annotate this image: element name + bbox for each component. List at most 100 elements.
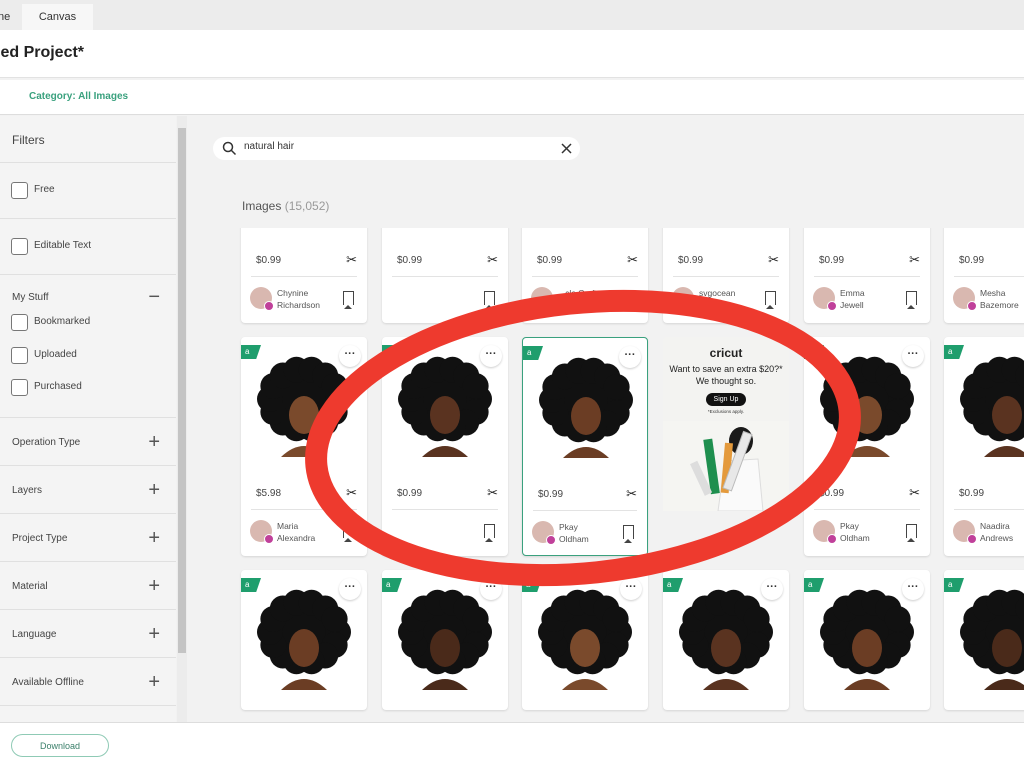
collapse-icon[interactable]: − — [148, 287, 160, 307]
avatar[interactable] — [531, 287, 555, 311]
bookmark-icon[interactable] — [343, 524, 354, 542]
divider — [814, 509, 920, 510]
sidebar-scrollbar[interactable] — [177, 116, 187, 722]
divider — [673, 276, 779, 277]
image-card[interactable]: a··· — [944, 570, 1024, 710]
bookmark-icon[interactable] — [765, 291, 776, 309]
more-options-icon[interactable]: ··· — [620, 578, 642, 600]
checkbox-uploaded[interactable] — [11, 347, 28, 364]
expand-icon[interactable]: + — [148, 624, 160, 644]
divider — [251, 509, 357, 510]
more-options-icon[interactable]: ··· — [480, 578, 502, 600]
avatar[interactable] — [813, 287, 837, 311]
avatar[interactable] — [672, 287, 696, 311]
bookmark-icon[interactable] — [623, 525, 634, 543]
image-card[interactable]: a ··· $0.99 ✂ Pkay Oldham — [522, 337, 648, 556]
more-options-icon[interactable]: ··· — [902, 578, 924, 600]
author-line: Oldham — [840, 533, 870, 543]
avatar[interactable] — [953, 520, 977, 544]
expand-icon[interactable]: + — [148, 480, 160, 500]
filters-sidebar: Filters Free Editable Text My Stuff − Bo… — [0, 116, 176, 722]
image-card[interactable]: a ··· $0.99 ✂ — [382, 337, 508, 556]
tab-canvas[interactable]: Canvas — [22, 4, 93, 30]
avatar[interactable] — [250, 287, 274, 311]
author-name[interactable]: Mesha Bazemore — [980, 287, 1019, 311]
more-options-icon[interactable]: ··· — [339, 578, 361, 600]
cricut-ad[interactable]: cricut Want to save an extra $20?* We th… — [663, 337, 789, 511]
bookmark-icon[interactable] — [484, 291, 495, 309]
image-card[interactable]: a··· — [522, 570, 648, 710]
search-box[interactable] — [213, 137, 580, 160]
image-card[interactable]: a··· — [804, 570, 930, 710]
filter-free[interactable]: Free — [0, 163, 176, 219]
bookmark-icon[interactable] — [484, 524, 495, 542]
divider — [251, 276, 357, 277]
author-line: Pkay — [840, 521, 859, 531]
checkbox[interactable] — [11, 238, 28, 255]
image-card[interactable]: a ··· $5.98 ✂ Maria Alexandra — [241, 337, 367, 556]
filter-section[interactable]: Layers + — [0, 466, 176, 514]
scissors-icon: ✂ — [768, 252, 779, 267]
search-input[interactable] — [244, 141, 544, 152]
author-name[interactable]: Naadira Andrews — [980, 520, 1013, 544]
author-name[interactable]: Emma Jewell — [840, 287, 865, 311]
tab-home[interactable]: ne — [0, 4, 10, 30]
expand-icon[interactable]: + — [148, 576, 160, 596]
author-name[interactable]: ...cle Craft — [558, 287, 597, 299]
author-name[interactable]: svgocean — [699, 287, 735, 299]
avatar[interactable] — [813, 520, 837, 544]
image-card[interactable]: a··· — [382, 570, 508, 710]
checkbox-bookmarked[interactable] — [11, 314, 28, 331]
clear-icon[interactable] — [561, 143, 572, 154]
scrollbar-thumb[interactable] — [178, 128, 186, 653]
category-link[interactable]: Category: All Images — [29, 91, 128, 102]
scissors-icon: ✂ — [627, 252, 638, 267]
filter-section[interactable]: Operation Type + — [0, 418, 176, 466]
author-name[interactable]: Pkay Oldham — [559, 521, 589, 545]
more-options-icon[interactable]: ··· — [902, 345, 924, 367]
more-options-icon[interactable]: ··· — [619, 346, 641, 368]
checkbox[interactable] — [11, 182, 28, 199]
bookmark-icon[interactable] — [624, 291, 635, 309]
image-card[interactable]: a··· — [241, 570, 367, 710]
ad-signup-button[interactable]: Sign Up — [705, 393, 747, 406]
image-card[interactable]: a ··· $0.99 ✂ Pkay Oldham — [804, 337, 930, 556]
section-label: Project Type — [12, 533, 68, 544]
checkbox-purchased[interactable] — [11, 379, 28, 396]
filter-editable-text[interactable]: Editable Text — [0, 219, 176, 275]
results-number: (15,052) — [284, 199, 330, 213]
filter-label: Bookmarked — [34, 316, 91, 327]
image-card[interactable]: a··· — [663, 570, 789, 710]
scissors-icon: ✂ — [346, 485, 357, 500]
author-line: Bazemore — [980, 300, 1019, 310]
bookmark-icon[interactable] — [906, 291, 917, 309]
author-name[interactable]: Chynine Richardson — [277, 287, 320, 311]
price: $5.98 — [256, 488, 282, 499]
expand-icon[interactable]: + — [148, 672, 160, 692]
image-card[interactable]: a···$0.99✂NaadiraAndrews — [944, 337, 1024, 556]
avatar[interactable] — [250, 520, 274, 544]
bookmark-icon[interactable] — [906, 524, 917, 542]
more-options-icon[interactable]: ··· — [480, 345, 502, 367]
filter-section[interactable]: Available Offline + — [0, 658, 176, 706]
filter-section[interactable]: Material + — [0, 562, 176, 610]
author-name[interactable]: Pkay Oldham — [840, 520, 870, 544]
more-options-icon[interactable]: ··· — [761, 578, 783, 600]
more-options-icon[interactable]: ··· — [339, 345, 361, 367]
expand-icon[interactable]: + — [148, 528, 160, 548]
avatar[interactable] — [532, 521, 556, 545]
price: $0.99 — [397, 255, 423, 266]
author-line: Jewell — [840, 300, 864, 310]
divider — [392, 509, 498, 510]
author-name[interactable]: Maria Alexandra — [277, 520, 315, 544]
filter-section[interactable]: Language + — [0, 610, 176, 658]
author-line: Mesha — [980, 288, 1006, 298]
footer-bar: Download — [0, 722, 1024, 768]
expand-icon[interactable]: + — [148, 432, 160, 452]
divider — [392, 276, 498, 277]
download-button[interactable]: Download — [11, 734, 109, 757]
bookmark-icon[interactable] — [343, 291, 354, 309]
filter-section[interactable]: Project Type + — [0, 514, 176, 562]
price: $0.99 — [538, 489, 564, 500]
avatar[interactable] — [953, 287, 977, 311]
